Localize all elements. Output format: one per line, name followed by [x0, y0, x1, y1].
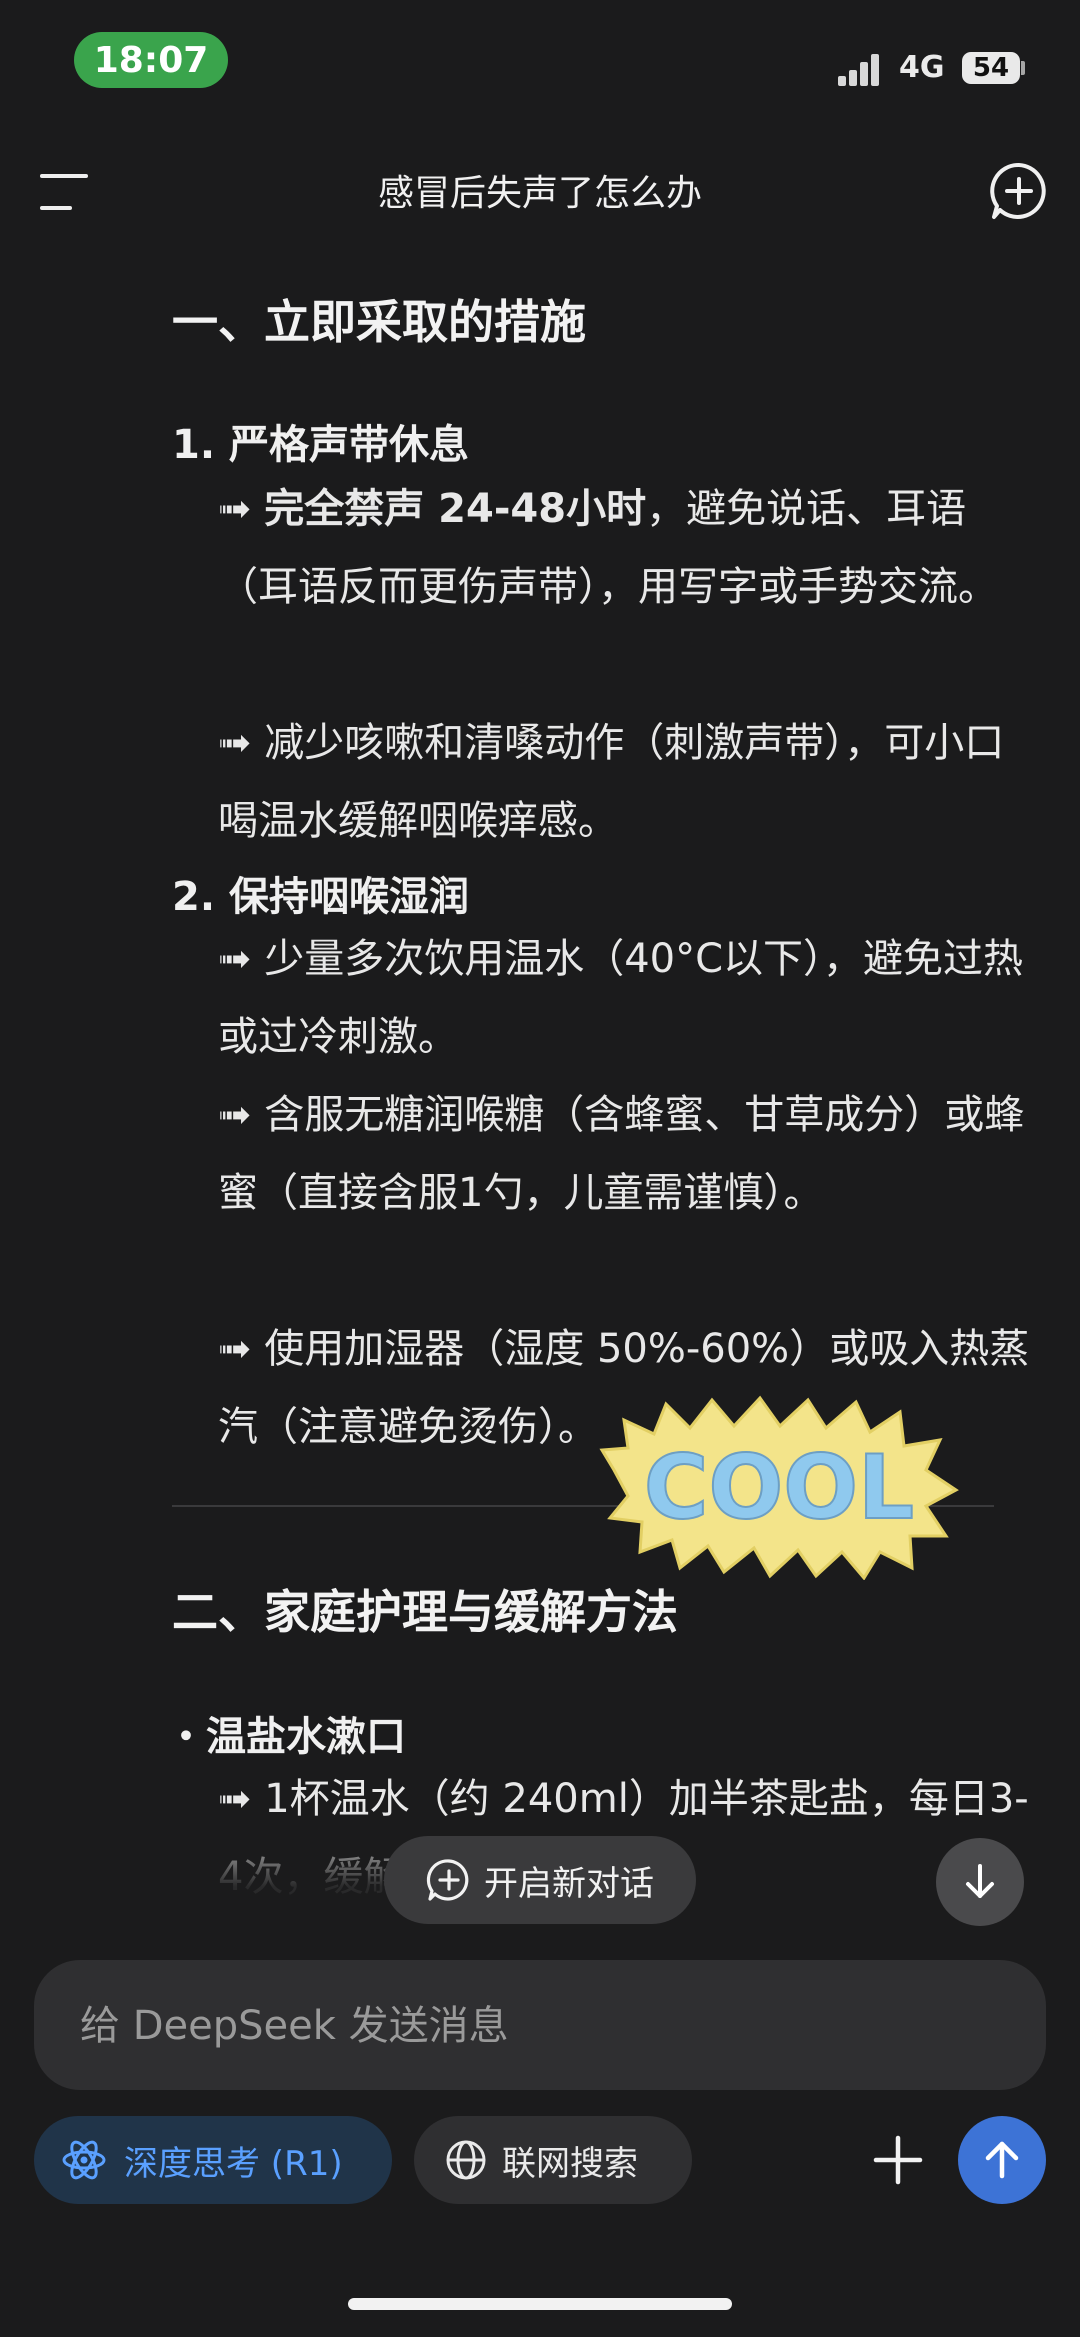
item1-paragraph-1: ➟ 完全禁声 24-48小时，避免说话、耳语（耳语反而更伤声带），用写字或手势交…	[218, 470, 1038, 626]
bold-phrase: 完全禁声 24-48小时	[264, 486, 647, 532]
cool-sticker: COOL	[599, 1395, 959, 1580]
status-bar: 18:07 4G 54	[0, 0, 1080, 120]
new-chat-icon	[426, 1859, 469, 1901]
plus-icon	[873, 2135, 923, 2185]
section-heading-1: 一、立即采取的措施	[172, 295, 586, 349]
message-input[interactable]	[78, 1990, 1002, 2062]
bullet-title-1: ・温盐水漱口	[166, 1714, 406, 1760]
conversation-title: 感冒后失声了怎么办	[377, 173, 702, 214]
battery-cap	[1021, 61, 1025, 75]
message-input-box[interactable]	[34, 1960, 1046, 2090]
status-time: 18:07	[74, 32, 228, 88]
chat-content: 一、立即采取的措施 1. 严格声带休息 ➟ 完全禁声 24-48小时，避免说话、…	[0, 260, 1080, 1900]
arrow-glyph: ➟	[218, 486, 252, 532]
web-search-label: 联网搜索	[502, 2143, 638, 2184]
atom-icon	[62, 2140, 106, 2180]
section-heading-2: 二、家庭护理与缓解方法	[172, 1585, 678, 1639]
globe-icon	[446, 2140, 486, 2180]
sticker-text: COOL	[644, 1436, 914, 1539]
signal-icon	[838, 52, 879, 86]
network-type: 4G	[899, 50, 945, 85]
scroll-down-button[interactable]	[936, 1838, 1024, 1926]
arrow-up-icon	[985, 2141, 1019, 2179]
item-title-1: 1. 严格声带休息	[172, 422, 469, 468]
new-chat-label: 开启新对话	[484, 1863, 654, 1904]
arrow-down-icon	[966, 1864, 994, 1898]
web-search-button[interactable]: 联网搜索	[414, 2116, 692, 2204]
item1-paragraph-2: ➟ 减少咳嗽和清嗓动作（刺激声带），可小口喝温水缓解咽喉痒感。	[218, 720, 1005, 844]
new-chat-button[interactable]: 开启新对话	[384, 1836, 696, 1924]
item2-paragraph-1: ➟ 少量多次饮用温水（40°C以下），避免过热或过冷刺激。	[218, 936, 1024, 1060]
new-chat-icon[interactable]	[988, 160, 1050, 222]
deep-think-button[interactable]: 深度思考 (R1)	[34, 2116, 392, 2204]
attach-button[interactable]	[858, 2120, 938, 2200]
app-header: 感冒后失声了怎么办	[0, 140, 1080, 240]
battery-icon: 54	[962, 52, 1020, 84]
send-button[interactable]	[958, 2116, 1046, 2204]
deep-think-label: 深度思考 (R1)	[124, 2143, 343, 2184]
item2-paragraph-2: ➟ 含服无糖润喉糖（含蜂蜜、甘草成分）或蜂蜜（直接含服1勺，儿童需谨慎）。	[218, 1092, 1025, 1216]
item-title-2: 2. 保持咽喉湿润	[172, 874, 469, 920]
home-indicator	[348, 2298, 732, 2310]
